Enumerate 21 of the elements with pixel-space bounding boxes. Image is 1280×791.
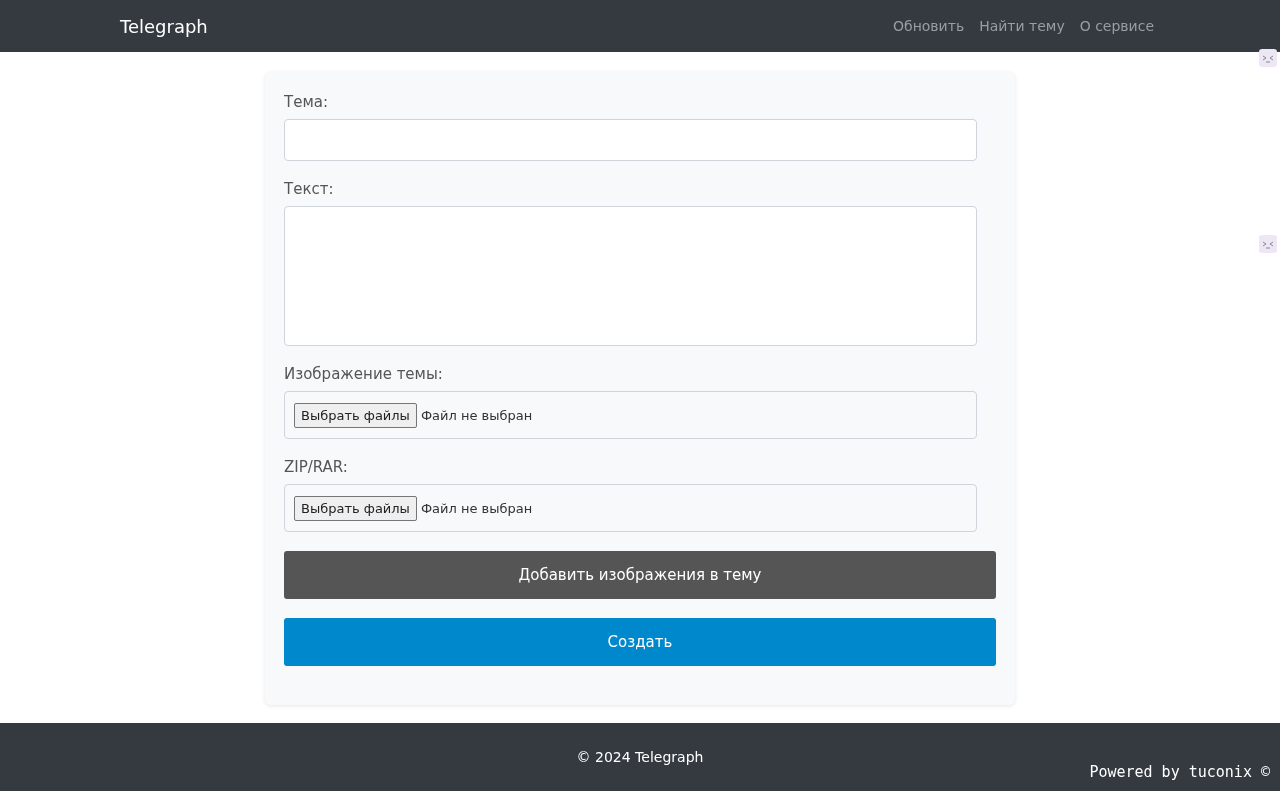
nav-link[interactable]: Обновить: [893, 18, 965, 34]
field-label: Тема:: [284, 93, 329, 111]
text-area[interactable]: [284, 206, 977, 346]
text-field[interactable]: [284, 119, 977, 161]
choose-files-button[interactable]: Выбрать файлы: [294, 495, 417, 521]
file-status-text: Файл не выбран: [420, 407, 533, 423]
file-input[interactable]: Выбрать файлы Файл не выбран: [284, 391, 977, 439]
nav-link[interactable]: О сервисе: [1079, 18, 1154, 34]
add-images-button[interactable]: Добавить изображения в тему: [284, 551, 996, 599]
field-label: Текст:: [284, 180, 335, 198]
create-button[interactable]: Создать: [284, 618, 996, 666]
file-status-text: Файл не выбран: [420, 500, 533, 516]
choose-files-button[interactable]: Выбрать файлы: [294, 402, 417, 428]
field-label: Изображение темы:: [284, 365, 444, 383]
brand-link[interactable]: Telegraph: [120, 15, 208, 37]
copyright-text: © 2024 Telegraph: [576, 749, 704, 765]
file-input[interactable]: Выбрать файлы Файл не выбран: [284, 484, 977, 532]
nav-link[interactable]: Найти тему: [979, 18, 1065, 34]
emoticon-icon[interactable]: [1258, 48, 1278, 68]
field-label: ZIP/RAR:: [284, 458, 349, 476]
powered-by-text: Powered by tuconix ©: [1089, 763, 1270, 781]
